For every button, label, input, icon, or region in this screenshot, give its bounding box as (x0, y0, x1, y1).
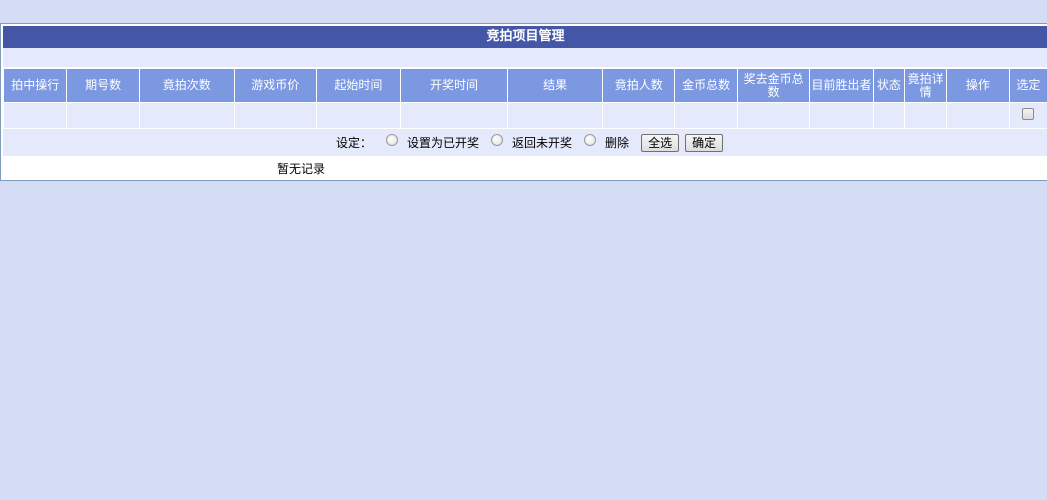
auction-table: 拍中操行 期号数 竟拍次数 游戏币价 起始时间 开奖时间 结果 竟拍人数 金币总… (3, 69, 1047, 128)
column-header-auction-count: 竟拍次数 (139, 69, 234, 102)
radio-label-revert-undrawn: 返回未开奖 (512, 136, 573, 150)
table-cell (400, 102, 508, 128)
table-cell (508, 102, 602, 128)
select-all-button[interactable]: 全选 (641, 133, 680, 152)
column-header-select: 选定 (1009, 69, 1047, 102)
column-header-total-gold: 金币总数 (675, 69, 737, 102)
column-header-bidder-count: 竟拍人数 (602, 69, 675, 102)
table-cell (139, 102, 234, 128)
column-header-gold-removed: 奖去金币总数 (737, 69, 810, 102)
table-cell (602, 102, 675, 128)
column-header-auction-details: 竟拍详情 (904, 69, 947, 102)
table-cell (4, 102, 67, 128)
table-header-row: 拍中操行 期号数 竟拍次数 游戏币价 起始时间 开奖时间 结果 竟拍人数 金币总… (4, 69, 1047, 102)
radio-option-delete[interactable]: 删除 (584, 133, 630, 151)
radio-option-mark-drawn[interactable]: 设置为已开奖 (386, 133, 480, 151)
column-header-period-number: 期号数 (67, 69, 139, 102)
column-header-hit-operation: 拍中操行 (4, 69, 67, 102)
radio-revert-undrawn[interactable] (491, 133, 504, 146)
radio-label-mark-drawn: 设置为已开奖 (407, 136, 480, 150)
auction-management-panel: 竞拍项目管理 拍中操行 期号数 竟拍次数 游戏币价 起始时间 开奖时间 结果 竟… (0, 23, 1047, 181)
empty-state-row: 暂无记录 (3, 158, 1047, 180)
table-cell (234, 102, 317, 128)
column-header-coin-price: 游戏币价 (234, 69, 317, 102)
table-cell (67, 102, 139, 128)
radio-label-delete: 删除 (605, 136, 630, 150)
column-header-actions: 操作 (947, 69, 1009, 102)
table-cell (737, 102, 810, 128)
table-cell (904, 102, 947, 128)
empty-state-message: 暂无记录 (277, 162, 326, 176)
table-cell (947, 102, 1009, 128)
table-cell (873, 102, 904, 128)
table-row (4, 102, 1047, 128)
confirm-button[interactable]: 确定 (685, 133, 724, 152)
radio-mark-drawn[interactable] (386, 133, 399, 146)
column-header-status: 状态 (873, 69, 904, 102)
table-cell (675, 102, 737, 128)
settings-label: 设定： (336, 136, 373, 150)
settings-controls: 设定： 设置为已开奖 返回未开奖 删除 全选 确定 (336, 133, 724, 152)
row-select-checkbox[interactable] (1022, 108, 1035, 120)
column-header-start-time: 起始时间 (317, 69, 400, 102)
radio-option-revert-undrawn[interactable]: 返回未开奖 (491, 133, 573, 151)
settings-row: 设定： 设置为已开奖 返回未开奖 删除 全选 确定 (3, 128, 1047, 156)
column-header-result: 结果 (508, 69, 602, 102)
column-header-draw-time: 开奖时间 (400, 69, 508, 102)
toolbar-row (3, 48, 1047, 67)
table-cell (317, 102, 400, 128)
column-header-current-winner: 目前胜出者 (810, 69, 873, 102)
panel-title: 竞拍项目管理 (3, 26, 1047, 48)
radio-delete[interactable] (584, 133, 597, 146)
table-cell (810, 102, 873, 128)
table-cell-select (1009, 102, 1047, 128)
